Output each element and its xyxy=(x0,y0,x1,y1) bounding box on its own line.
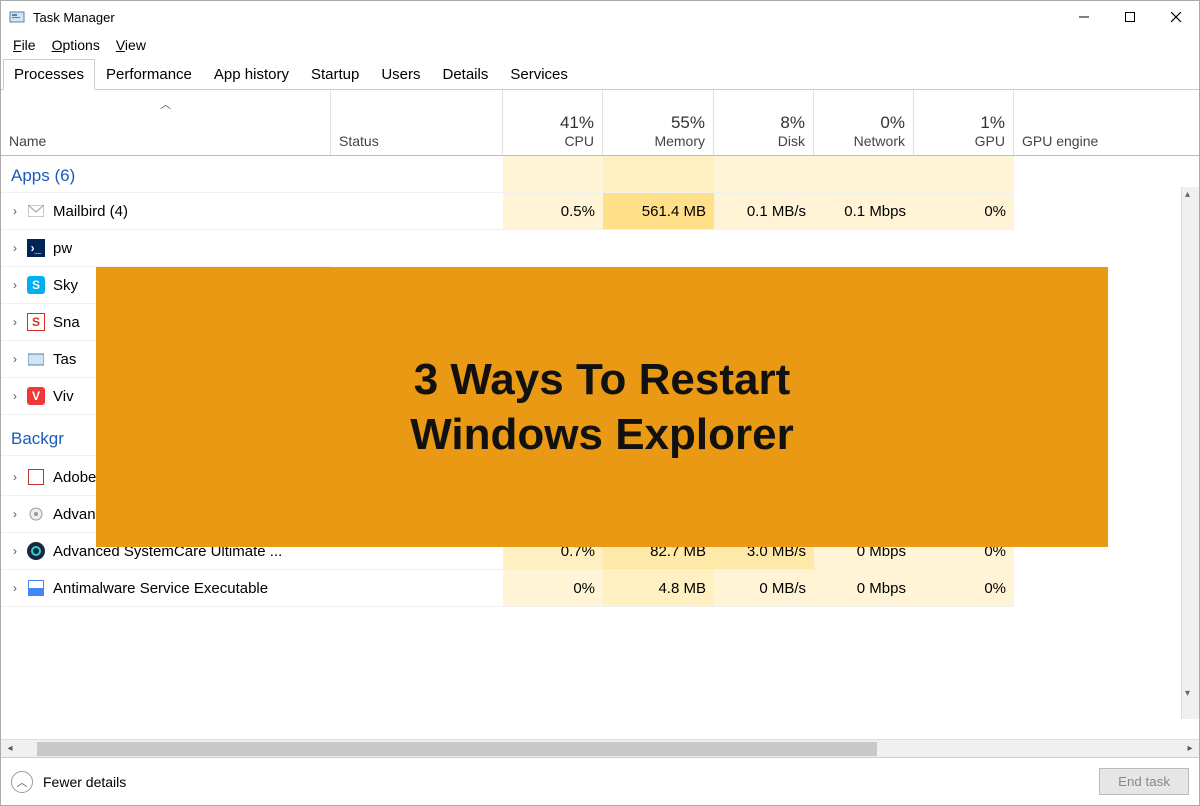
chevron-right-icon[interactable]: › xyxy=(9,352,27,366)
snagit-icon: S xyxy=(27,313,45,331)
tab-users[interactable]: Users xyxy=(370,59,431,90)
menu-file[interactable]: File xyxy=(5,35,44,55)
tab-details[interactable]: Details xyxy=(432,59,500,90)
tab-services[interactable]: Services xyxy=(499,59,579,90)
col-status[interactable]: Status xyxy=(331,90,503,155)
menu-options[interactable]: Options xyxy=(44,35,108,55)
task-manager-icon xyxy=(9,9,25,25)
mailbird-icon xyxy=(27,202,45,220)
scrollbar-thumb[interactable] xyxy=(37,742,877,756)
minimize-button[interactable] xyxy=(1061,1,1107,33)
col-network[interactable]: 0% Network xyxy=(814,90,914,155)
skype-icon: S xyxy=(27,276,45,294)
task-manager-icon xyxy=(27,350,45,368)
chevron-right-icon[interactable]: › xyxy=(9,544,27,558)
horizontal-scrollbar[interactable]: ◂ ▸ xyxy=(1,739,1199,757)
tabs: Processes Performance App history Startu… xyxy=(1,59,1199,90)
adobe-icon xyxy=(27,468,45,486)
menubar: File Options View xyxy=(1,33,1199,59)
process-name: Tas xyxy=(53,351,76,368)
vivaldi-icon: V xyxy=(27,387,45,405)
sort-arrow-icon: ︿ xyxy=(160,96,171,112)
footer: ︿ Fewer details End task xyxy=(1,757,1199,805)
chevron-right-icon[interactable]: › xyxy=(9,204,27,218)
chevron-up-icon: ︿ xyxy=(11,771,33,793)
powershell-icon: ›_ xyxy=(27,239,45,257)
asc-icon xyxy=(27,542,45,560)
col-gpu-engine[interactable]: GPU engine xyxy=(1014,90,1199,155)
chevron-right-icon[interactable]: › xyxy=(9,507,27,521)
overlay-text: 3 Ways To RestartWindows Explorer xyxy=(410,352,793,462)
col-name[interactable]: ︿ Name xyxy=(1,90,331,155)
end-task-button[interactable]: End task xyxy=(1099,768,1189,795)
col-disk[interactable]: 8% Disk xyxy=(714,90,814,155)
vertical-scrollbar[interactable] xyxy=(1181,187,1199,719)
maximize-button[interactable] xyxy=(1107,1,1153,33)
section-apps[interactable]: Apps (6) xyxy=(1,156,331,193)
close-button[interactable] xyxy=(1153,1,1199,33)
process-name: Antimalware Service Executable xyxy=(53,580,268,597)
menu-view[interactable]: View xyxy=(108,35,154,55)
chevron-right-icon[interactable]: › xyxy=(9,241,27,255)
process-name: Sky xyxy=(53,277,78,294)
scroll-right-icon[interactable]: ▸ xyxy=(1181,743,1199,754)
section-row: Apps (6) xyxy=(1,156,1199,193)
process-row[interactable]: › Mailbird (4) 0.5% 561.4 MB 0.1 MB/s 0.… xyxy=(1,193,1199,230)
process-row[interactable]: › Antimalware Service Executable 0% 4.8 … xyxy=(1,570,1199,607)
tab-performance[interactable]: Performance xyxy=(95,59,203,90)
tab-startup[interactable]: Startup xyxy=(300,59,370,90)
tab-app-history[interactable]: App history xyxy=(203,59,300,90)
process-name: pw xyxy=(53,240,72,257)
chevron-right-icon[interactable]: › xyxy=(9,581,27,595)
titlebar[interactable]: Task Manager xyxy=(1,1,1199,33)
col-memory[interactable]: 55% Memory xyxy=(603,90,714,155)
process-name: Mailbird (4) xyxy=(53,203,128,220)
process-name: Sna xyxy=(53,314,80,331)
chevron-right-icon[interactable]: › xyxy=(9,470,27,484)
chevron-right-icon[interactable]: › xyxy=(9,315,27,329)
antimalware-icon xyxy=(27,579,45,597)
chevron-right-icon[interactable]: › xyxy=(9,278,27,292)
disk-icon xyxy=(27,505,45,523)
window-title: Task Manager xyxy=(33,10,1061,25)
process-row[interactable]: › ›_ pw xyxy=(1,230,1199,267)
fewer-details-button[interactable]: ︿ Fewer details xyxy=(11,771,126,793)
tab-processes[interactable]: Processes xyxy=(3,59,95,90)
scroll-left-icon[interactable]: ◂ xyxy=(1,743,19,754)
process-name: Viv xyxy=(53,388,74,405)
chevron-right-icon[interactable]: › xyxy=(9,389,27,403)
col-gpu[interactable]: 1% GPU xyxy=(914,90,1014,155)
overlay-banner: 3 Ways To RestartWindows Explorer xyxy=(96,267,1108,547)
column-headers: ︿ Name Status 41% CPU 55% Memory 8% Disk… xyxy=(1,90,1199,156)
col-cpu[interactable]: 41% CPU xyxy=(503,90,603,155)
